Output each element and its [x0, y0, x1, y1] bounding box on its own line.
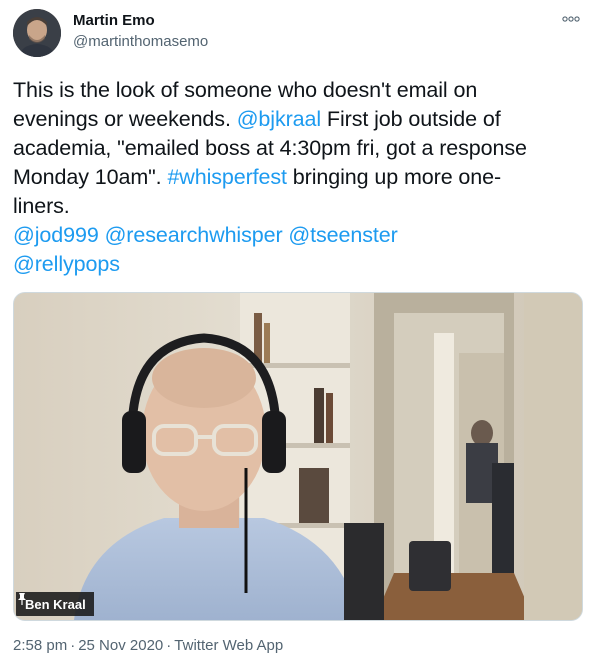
author-handle[interactable]: @martinthomasemo — [73, 33, 208, 50]
tweet-text-segment: bringing up more one- — [286, 165, 502, 189]
tweet-line: evenings or weekends. @bjkraal First job… — [13, 105, 583, 134]
mention-link[interactable]: @jod999 — [13, 223, 99, 247]
mention-link[interactable]: @researchwhisper — [105, 223, 283, 247]
tweet-text-segment: evenings or weekends. — [13, 107, 237, 131]
author-display-name[interactable]: Martin Emo — [73, 12, 155, 29]
tweet-line: liners. — [13, 194, 70, 218]
tweet-line: This is the look of someone who doesn't … — [13, 78, 478, 102]
tweet-text-segment: Monday 10am". — [13, 165, 168, 189]
mentions-line: @jod999 @researchwhisper @tseenster — [13, 221, 583, 250]
tweet-line: academia, "emailed boss at 4:30pm fri, g… — [13, 136, 527, 160]
hashtag-link[interactable]: #whisperfest — [167, 165, 287, 189]
ellipsis-icon[interactable] — [561, 12, 581, 26]
separator: · — [70, 637, 76, 654]
separator: · — [166, 637, 172, 654]
video-call-photo — [14, 293, 582, 620]
mentions-line: @rellypops — [13, 250, 583, 279]
mention-link[interactable]: @tseenster — [288, 223, 397, 247]
tweet-date[interactable]: 25 Nov 2020 — [78, 637, 163, 654]
tweet-media-image[interactable]: Ben Kraal — [13, 292, 583, 621]
tweet: Martin Emo @martinthomasemo This is the … — [0, 0, 595, 659]
tweet-text-segment: First job outside of — [321, 107, 501, 131]
participant-name: Ben Kraal — [25, 596, 86, 612]
tweet-source[interactable]: Twitter Web App — [174, 637, 283, 654]
tweet-text: This is the look of someone who doesn't … — [13, 76, 583, 279]
tweet-time[interactable]: 2:58 pm — [13, 637, 67, 654]
mention-link[interactable]: @bjkraal — [237, 107, 321, 131]
author-avatar[interactable] — [13, 9, 61, 57]
avatar-photo — [13, 9, 61, 57]
tweet-metadata: 2:58 pm · 25 Nov 2020 · Twitter Web App — [13, 637, 283, 654]
tweet-line: Monday 10am". #whisperfest bringing up m… — [13, 163, 583, 192]
mention-link[interactable]: @rellypops — [13, 252, 120, 276]
participant-name-tag: Ben Kraal — [16, 592, 94, 616]
